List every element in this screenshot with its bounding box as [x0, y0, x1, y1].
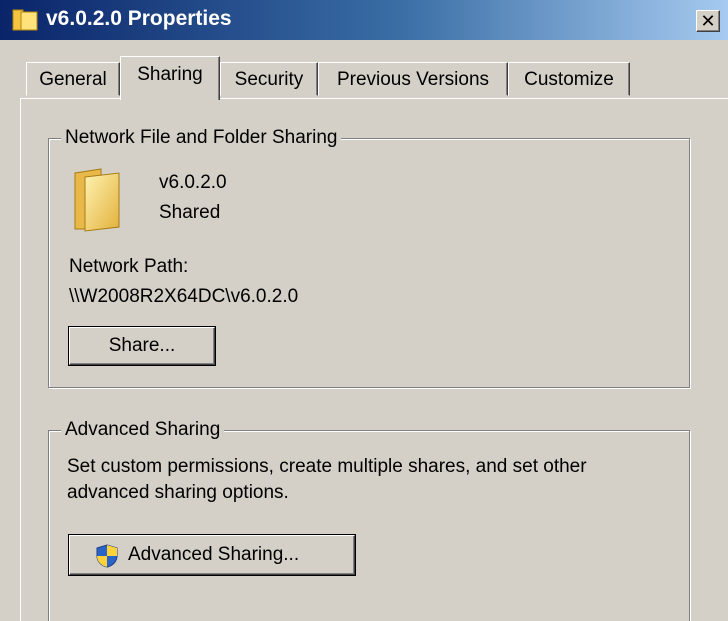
close-button[interactable]: ✕ [696, 10, 720, 32]
window-title: v6.0.2.0 Properties [46, 7, 232, 30]
uac-shield-icon [96, 544, 118, 568]
advanced-sharing-button-label: Advanced Sharing... [128, 544, 300, 565]
title-bar[interactable]: v6.0.2.0 Properties ✕ [0, 0, 728, 40]
tab-previous-versions[interactable]: Previous Versions [318, 62, 508, 96]
advanced-sharing-description-2: advanced sharing options. [67, 482, 289, 503]
folder-icon [74, 168, 120, 232]
close-icon: ✕ [700, 11, 716, 31]
tab-security[interactable]: Security [220, 62, 318, 96]
advanced-sharing-button[interactable]: Advanced Sharing... [69, 535, 355, 575]
folder-icon [12, 9, 38, 31]
advanced-sharing-legend: Advanced Sharing [61, 417, 225, 443]
network-path-label: Network Path: [69, 256, 189, 277]
advanced-sharing-description: Set custom permissions, create multiple … [67, 456, 587, 477]
network-sharing-legend: Network File and Folder Sharing [61, 125, 342, 151]
tab-sharing[interactable]: Sharing [120, 56, 220, 100]
tab-general[interactable]: General [26, 62, 120, 96]
advanced-sharing-group: Advanced Sharing Set custom permissions,… [48, 417, 690, 621]
share-status: Shared [159, 202, 221, 223]
tab-customize[interactable]: Customize [508, 62, 630, 96]
folder-name: v6.0.2.0 [159, 172, 227, 193]
network-path-value: \\W2008R2X64DC\v6.0.2.0 [69, 286, 299, 307]
share-button[interactable]: Share... [69, 327, 215, 365]
tab-panel-border-left [20, 98, 21, 621]
network-sharing-group: Network File and Folder Sharing v6.0.2.0… [48, 125, 690, 388]
